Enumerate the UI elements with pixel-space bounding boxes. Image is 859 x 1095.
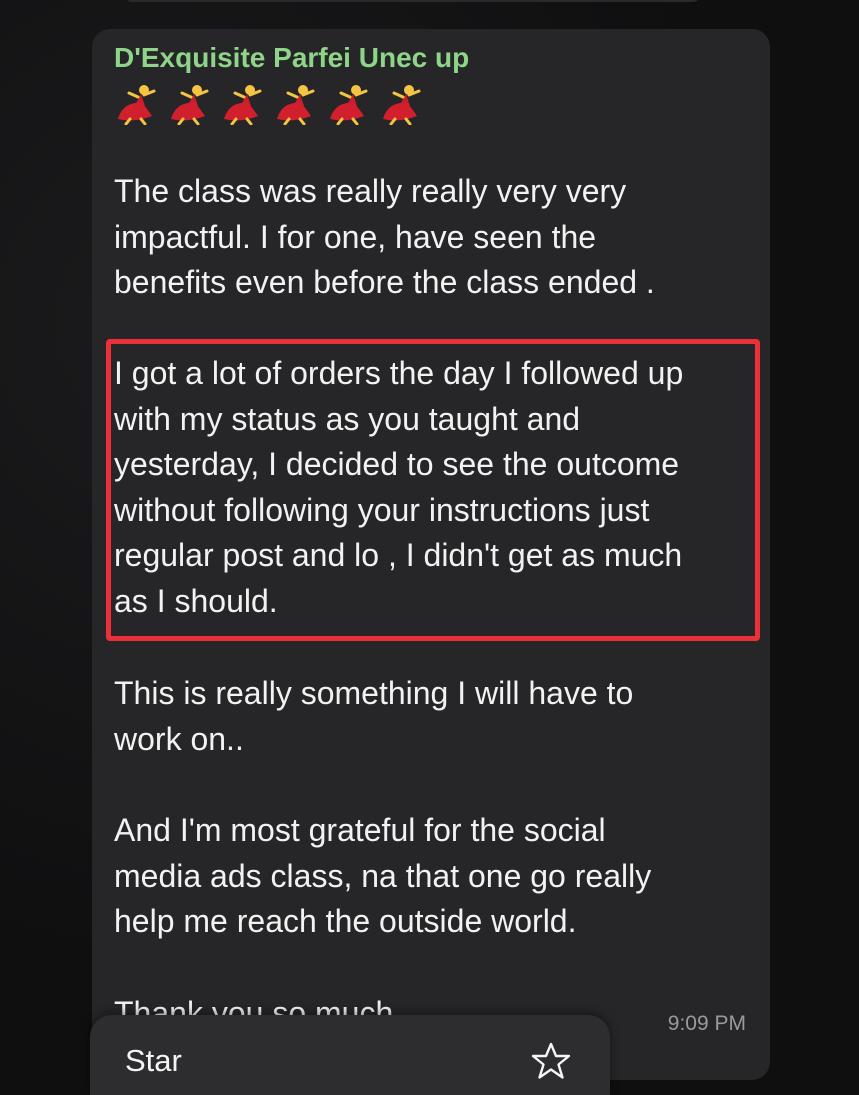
star-menu-label: Star [125,1043,182,1078]
previous-message-bubble [125,0,700,2]
message-timestamp: 9:09 PM [667,1012,746,1035]
highlighted-paragraph: I got a lot of orders the day I followed… [114,355,684,619]
message-bubble[interactable]: D'Exquisite Parfei Unec up The class was… [92,29,770,1080]
sender-name[interactable]: D'Exquisite Parfei Unec up [114,41,469,75]
star-menu-item[interactable]: Star [90,1015,610,1095]
dancer-emoji [118,85,156,125]
message-paragraph: This is really something I will have to … [114,675,634,757]
emoji-row [114,83,426,125]
dancer-emoji [277,85,315,125]
message-paragraph: And I'm most grateful for the social med… [114,812,652,939]
dancer-emoji [224,85,262,125]
message-context-menu: Star [90,1015,610,1095]
dancer-emoji [383,85,421,125]
message-paragraph: The class was really really very very im… [114,173,655,300]
star-outline-icon [531,1042,571,1079]
dancer-emoji [330,85,368,125]
dancer-emoji [171,85,209,125]
